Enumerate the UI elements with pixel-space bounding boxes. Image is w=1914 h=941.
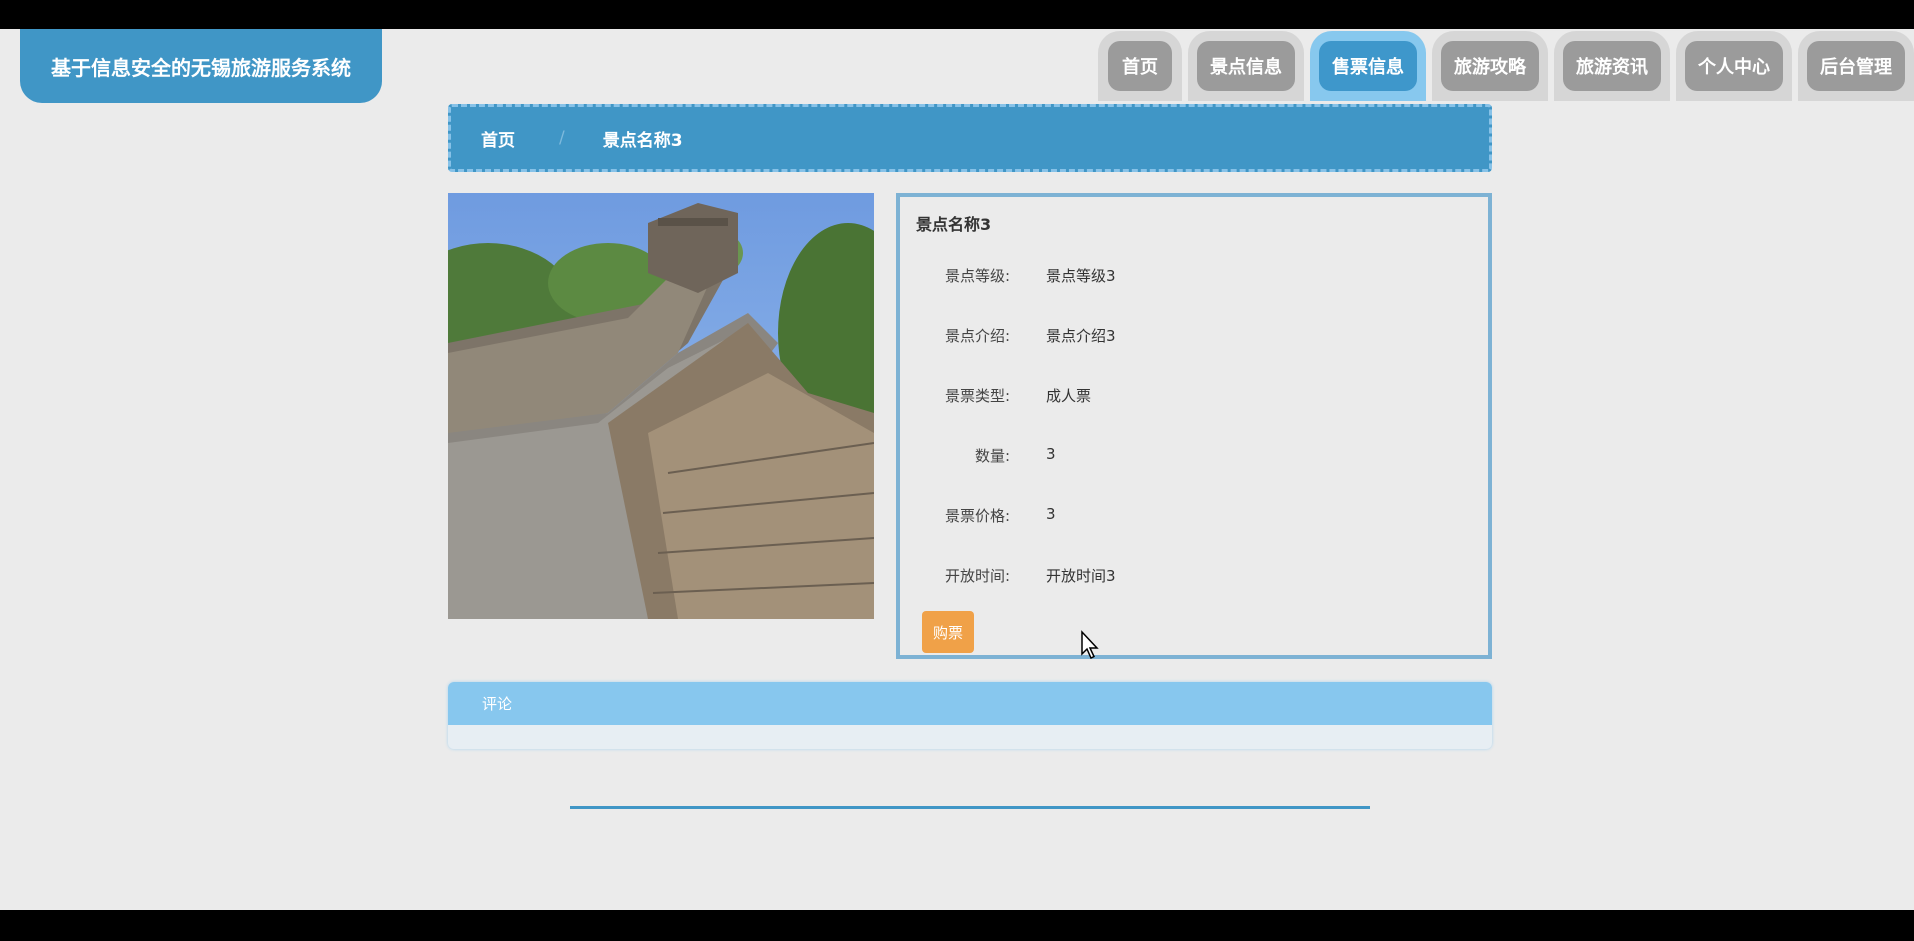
breadcrumb: 首页 / 景点名称3: [448, 104, 1492, 172]
nav-travel-guides[interactable]: 旅游攻略: [1432, 31, 1548, 101]
field-value: 3: [1046, 445, 1056, 463]
breadcrumb-current: 景点名称3: [602, 130, 683, 151]
detail-title: 景点名称3: [916, 215, 992, 234]
nav-label: 售票信息: [1319, 41, 1417, 91]
site-title: 基于信息安全的无锡旅游服务系统: [20, 29, 382, 103]
nav-ticket-info[interactable]: 售票信息: [1310, 31, 1426, 101]
nav-label: 景点信息: [1197, 41, 1295, 91]
field-value: 成人票: [1046, 387, 1092, 405]
nav-travel-news[interactable]: 旅游资讯: [1554, 31, 1670, 101]
field-ticket-type: 景票类型: 成人票: [900, 385, 1488, 409]
field-scenic-level: 景点等级: 景点等级3: [900, 265, 1488, 289]
nav-label: 首页: [1108, 41, 1172, 91]
field-value: 3: [1046, 505, 1056, 523]
main-nav: 首页 景点信息 售票信息 旅游攻略 旅游资讯 个人中心 后台管理: [1098, 31, 1914, 101]
field-label: 景票类型:: [944, 387, 1010, 405]
field-value: 景点介绍3: [1046, 327, 1116, 345]
comment-header: 评论: [448, 682, 1492, 725]
nav-personal-center[interactable]: 个人中心: [1676, 31, 1792, 101]
scenic-photo: [448, 193, 874, 619]
field-quantity: 数量: 3: [900, 445, 1488, 469]
breadcrumb-separator: /: [559, 128, 565, 148]
field-label: 景票价格:: [944, 507, 1010, 525]
nav-home[interactable]: 首页: [1098, 31, 1182, 101]
field-label: 开放时间:: [944, 567, 1010, 585]
nav-label: 个人中心: [1685, 41, 1783, 91]
field-scenic-intro: 景点介绍: 景点介绍3: [900, 325, 1488, 349]
footer-divider: [570, 806, 1370, 809]
field-ticket-price: 景票价格: 3: [900, 505, 1488, 529]
nav-admin[interactable]: 后台管理: [1798, 31, 1914, 101]
nav-label: 旅游攻略: [1441, 41, 1539, 91]
field-opening-time: 开放时间: 开放时间3: [900, 565, 1488, 589]
nav-scenic-info[interactable]: 景点信息: [1188, 31, 1304, 101]
buy-ticket-button[interactable]: 购票: [922, 611, 974, 653]
field-label: 数量:: [974, 447, 1010, 465]
nav-label: 后台管理: [1807, 41, 1905, 91]
field-value: 景点等级3: [1046, 267, 1116, 285]
breadcrumb-home[interactable]: 首页: [481, 126, 515, 151]
ticket-detail-panel: 景点名称3 景点等级: 景点等级3 景点介绍: 景点介绍3 景票类型: 成人票 …: [896, 193, 1492, 659]
nav-label: 旅游资讯: [1563, 41, 1661, 91]
field-value: 开放时间3: [1046, 567, 1116, 585]
field-label: 景点介绍:: [944, 327, 1010, 345]
field-label: 景点等级:: [944, 267, 1010, 285]
comment-section: 评论: [448, 682, 1492, 749]
mouse-cursor-icon: [1080, 630, 1102, 664]
page: 基于信息安全的无锡旅游服务系统 首页 景点信息 售票信息 旅游攻略 旅游资讯 个…: [0, 29, 1914, 910]
